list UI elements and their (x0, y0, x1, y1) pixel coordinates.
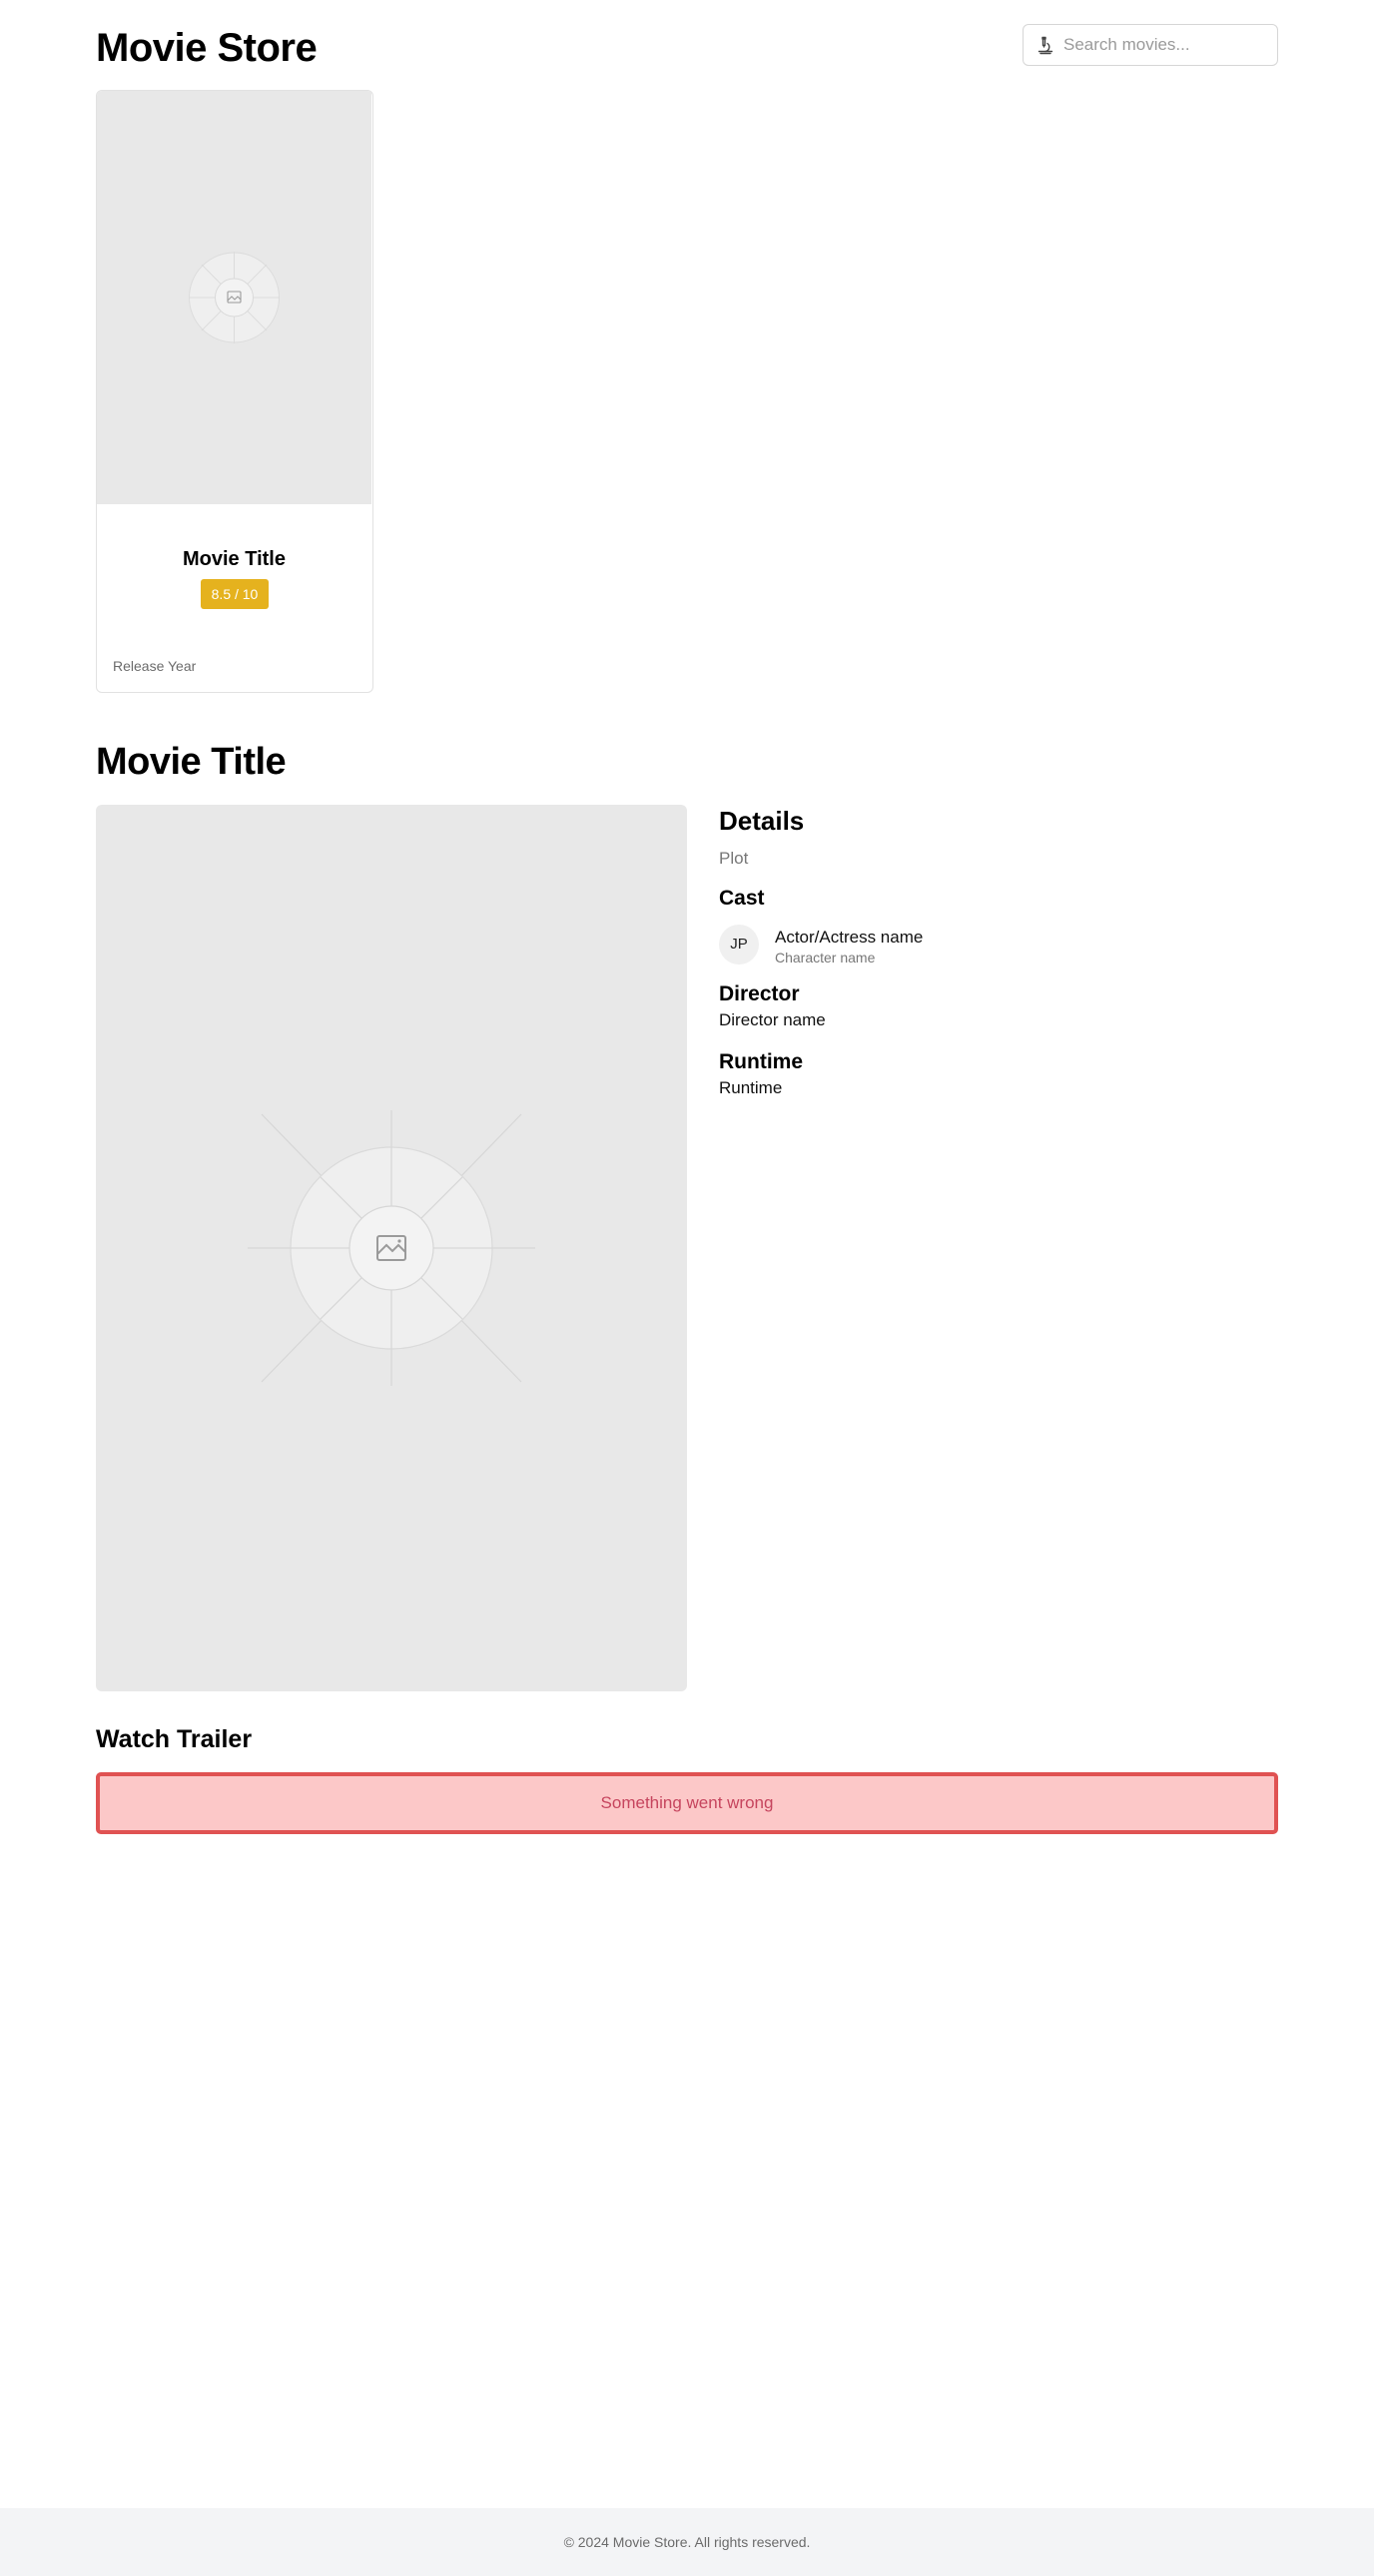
movie-card[interactable]: Movie Title 8.5 / 10 Release Year (96, 90, 373, 693)
header: Movie Store (96, 18, 1278, 72)
director-name: Director name (719, 1010, 826, 1029)
runtime-value: Runtime (719, 1078, 783, 1097)
plot-text: Plot (719, 849, 749, 868)
cast-member: JP Actor/Actress name Character name (719, 921, 1118, 966)
runtime-heading: Runtime (719, 1050, 803, 1073)
site-title: Movie Store (96, 26, 318, 70)
search-input[interactable] (1063, 25, 1271, 64)
avatar: JP (719, 925, 759, 965)
image-placeholder-icon (189, 252, 280, 343)
actor-name: Actor/Actress name (775, 928, 924, 947)
microscope-icon (1037, 36, 1053, 55)
movie-card-title[interactable]: Movie Title (97, 545, 371, 573)
details-heading: Details (719, 806, 805, 836)
image-placeholder-icon (248, 1110, 535, 1386)
movie-card-poster (97, 91, 371, 504)
page: Movie Store Search movies... Movie Title… (0, 0, 1374, 2576)
rating-badge: 8.5 / 10 (201, 579, 269, 609)
search-box[interactable] (1023, 24, 1278, 66)
error-message: Something went wrong (96, 1772, 1278, 1834)
cast-heading: Cast (719, 887, 765, 910)
release-year: Release Year (113, 658, 197, 674)
director-heading: Director (719, 982, 800, 1005)
movie-detail-title: Movie Title (96, 741, 287, 783)
trailer-heading: Watch Trailer (96, 1725, 253, 1753)
movie-detail-poster (96, 805, 687, 1691)
character-name: Character name (775, 950, 876, 966)
footer: © 2024 Movie Store. All rights reserved. (0, 2508, 1374, 2576)
